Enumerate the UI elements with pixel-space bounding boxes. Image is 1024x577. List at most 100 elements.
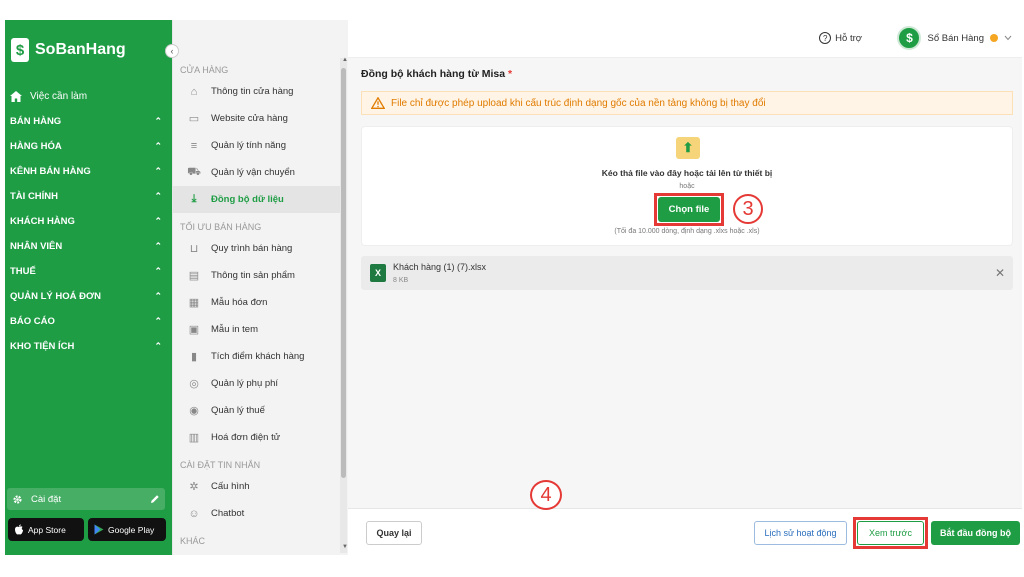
sidebar-item-customers[interactable]: KHÁCH HÀNG ⌃ bbox=[5, 209, 172, 234]
chevron-up-icon: ⌃ bbox=[154, 241, 162, 251]
help-label: Hỗ trợ bbox=[835, 32, 862, 44]
app-store-button[interactable]: App Store bbox=[8, 518, 84, 541]
sidebar-item-channels[interactable]: KÊNH BÁN HÀNG ⌃ bbox=[5, 159, 172, 184]
chevron-up-icon: ⌃ bbox=[154, 216, 162, 226]
chevron-up-icon: ⌃ bbox=[154, 166, 162, 176]
back-button[interactable]: Quay lại bbox=[366, 521, 422, 545]
sidebar-item-todo[interactable]: Việc cần làm bbox=[5, 84, 172, 109]
submenu-item-loyalty[interactable]: ▮ Tích điểm khách hàng bbox=[173, 343, 348, 370]
app-store-label: App Store bbox=[28, 524, 66, 535]
settings-label: Cài đặt bbox=[31, 493, 62, 505]
apple-icon bbox=[15, 524, 23, 535]
section-message: CÀI ĐẶT TIN NHẮN bbox=[180, 460, 261, 470]
activity-history-button[interactable]: Lịch sử hoạt động bbox=[754, 521, 847, 545]
google-play-button[interactable]: Google Play bbox=[88, 518, 166, 541]
submenu-item-label: Mẫu in tem bbox=[211, 324, 258, 335]
submenu-item-config[interactable]: ✲ Cấu hình bbox=[173, 473, 348, 500]
sidebar-item-label: BÁN HÀNG bbox=[10, 116, 62, 127]
or-text: hoặc bbox=[679, 183, 695, 190]
pencil-icon[interactable] bbox=[150, 494, 160, 504]
basket-icon: ⊔ bbox=[189, 243, 199, 255]
submenu-item-label-template[interactable]: ▣ Mẫu in tem bbox=[173, 316, 348, 343]
close-icon[interactable]: ✕ bbox=[995, 266, 1005, 280]
file-size: 8 KB bbox=[393, 277, 409, 284]
submenu-item-sales-process[interactable]: ⊔ Quy trình bán hàng bbox=[173, 235, 348, 262]
file-drop-zone[interactable]: ⬆ Kéo thả file vào đây hoặc tải lên từ t… bbox=[361, 126, 1013, 246]
step-4-marker: 4 bbox=[530, 480, 562, 510]
settings-button[interactable]: Cài đặt bbox=[7, 488, 165, 510]
sidebar-item-sales[interactable]: BÁN HÀNG ⌃ bbox=[5, 109, 172, 134]
sidebar-item-label: THUẾ bbox=[10, 266, 36, 277]
submenu-scrollbar[interactable] bbox=[340, 58, 347, 553]
submenu-item-label: Website cửa hàng bbox=[211, 113, 288, 124]
box-icon: ▤ bbox=[188, 270, 200, 282]
sidebar-item-tax[interactable]: THUẾ ⌃ bbox=[5, 259, 172, 284]
start-sync-button[interactable]: Bắt đầu đồng bộ bbox=[931, 521, 1020, 545]
submenu-item-website[interactable]: ▭ Website cửa hàng bbox=[173, 105, 348, 132]
sidebar-item-label: NHÂN VIÊN bbox=[10, 241, 63, 252]
submenu-item-features[interactable]: ≡ Quản lý tính năng bbox=[173, 132, 348, 159]
google-play-icon bbox=[94, 524, 104, 535]
label-icon: ▣ bbox=[188, 324, 200, 336]
submenu-item-store-info[interactable]: ⌂ Thông tin cửa hàng bbox=[173, 78, 348, 105]
scrollbar-thumb[interactable] bbox=[341, 68, 346, 478]
submenu-item-label: Thông tin sản phẩm bbox=[211, 270, 295, 281]
sidebar-nav: Việc cần làm BÁN HÀNG ⌃ HÀNG HÓA ⌃ KÊNH BÁ… bbox=[5, 84, 172, 359]
submenu-item-label: Thông tin cửa hàng bbox=[211, 86, 294, 97]
sidebar-item-reports[interactable]: BÁO CÁO ⌃ bbox=[5, 309, 172, 334]
bookmark-icon: ▮ bbox=[190, 351, 198, 363]
submenu-item-surcharge[interactable]: ◎ Quản lý phụ phí bbox=[173, 370, 348, 397]
submenu-item-tax[interactable]: ◉ Quản lý thuế bbox=[173, 397, 348, 424]
submenu-item-e-invoice[interactable]: ▥ Hoá đơn điện tử bbox=[173, 424, 348, 451]
submenu-item-label: Quản lý phụ phí bbox=[211, 378, 279, 389]
chatbot-icon: ☺ bbox=[188, 507, 200, 520]
submenu-item-label: Tích điểm khách hàng bbox=[211, 351, 305, 362]
submenu-item-chatbot[interactable]: ☺ Chatbot bbox=[173, 500, 348, 527]
submenu-item-shipping[interactable]: ⛟ Quản lý vận chuyển bbox=[173, 159, 348, 186]
sidebar-item-label: KÊNH BÁN HÀNG bbox=[10, 166, 91, 177]
warning-text: File chỉ được phép upload khi cấu trúc đ… bbox=[391, 97, 766, 109]
menu-icon: ≡ bbox=[190, 139, 198, 152]
submenu-item-product-info[interactable]: ▤ Thông tin sản phẩm bbox=[173, 262, 348, 289]
logo[interactable]: $ SoBanHang bbox=[11, 38, 126, 62]
sidebar-item-goods[interactable]: HÀNG HÓA ⌃ bbox=[5, 134, 172, 159]
sidebar-item-utilities[interactable]: KHO TIỆN ÍCH ⌃ bbox=[5, 334, 172, 359]
chevron-up-icon: ⌃ bbox=[154, 141, 162, 151]
submenu-spacer bbox=[173, 20, 348, 56]
sidebar-item-label: HÀNG HÓA bbox=[10, 141, 62, 152]
sidebar-item-staff[interactable]: NHÂN VIÊN ⌃ bbox=[5, 234, 172, 259]
sidebar: $ SoBanHang Việc cần làm BÁN HÀNG ⌃ HÀNG … bbox=[5, 20, 172, 555]
e-invoice-icon: ▥ bbox=[188, 432, 200, 444]
preview-button[interactable]: Xem trước bbox=[857, 521, 924, 545]
warning-icon bbox=[371, 97, 385, 109]
submenu-item-invoice-template[interactable]: ▦ Mẫu hóa đơn bbox=[173, 289, 348, 316]
chevron-up-icon: ⌃ bbox=[154, 266, 162, 276]
section-optimize: TỐI ƯU BÁN HÀNG bbox=[180, 222, 262, 232]
user-menu[interactable]: $ Sổ Bán Hàng bbox=[897, 26, 1012, 50]
page-title: Đồng bộ khách hàng từ Misa * bbox=[361, 68, 512, 80]
sidebar-item-label: TÀI CHÍNH bbox=[10, 191, 59, 202]
sidebar-item-finance[interactable]: TÀI CHÍNH ⌃ bbox=[5, 184, 172, 209]
chevron-up-icon: ⌃ bbox=[154, 116, 162, 126]
sidebar-item-label: KHÁCH HÀNG bbox=[10, 216, 75, 227]
help-link[interactable]: ? Hỗ trợ bbox=[819, 32, 862, 44]
sync-download-icon: ⤓ bbox=[191, 193, 197, 205]
coins-icon: ◎ bbox=[189, 378, 199, 390]
submenu-item-data-sync[interactable]: ⤓ Đồng bộ dữ liệu bbox=[173, 186, 342, 213]
section-other: KHÁC bbox=[180, 536, 206, 546]
sidebar-collapse-button[interactable]: ‹ bbox=[165, 44, 179, 58]
gear-icon: ✲ bbox=[189, 481, 199, 493]
sidebar-item-invoices[interactable]: QUẢN LÝ HOÁ ĐƠN ⌃ bbox=[5, 284, 172, 309]
chevron-up-icon: ⌃ bbox=[154, 191, 162, 201]
main-content: Đồng bộ khách hàng từ Misa * File chỉ đư… bbox=[348, 58, 1022, 508]
chevron-up-icon: ⌃ bbox=[154, 291, 162, 301]
chevron-up-icon: ⌃ bbox=[154, 316, 162, 326]
tax-icon: ◉ bbox=[189, 405, 199, 417]
choose-file-button[interactable]: Chọn file bbox=[658, 197, 720, 222]
website-icon: ▭ bbox=[188, 113, 200, 125]
invoice-icon: ▦ bbox=[188, 297, 200, 309]
excel-file-icon: X bbox=[370, 264, 386, 282]
sidebar-item-label: QUẢN LÝ HOÁ ĐƠN bbox=[10, 291, 101, 302]
sidebar-item-label: KHO TIỆN ÍCH bbox=[10, 341, 75, 352]
app-window: $ SoBanHang Việc cần làm BÁN HÀNG ⌃ HÀNG … bbox=[5, 20, 1022, 555]
